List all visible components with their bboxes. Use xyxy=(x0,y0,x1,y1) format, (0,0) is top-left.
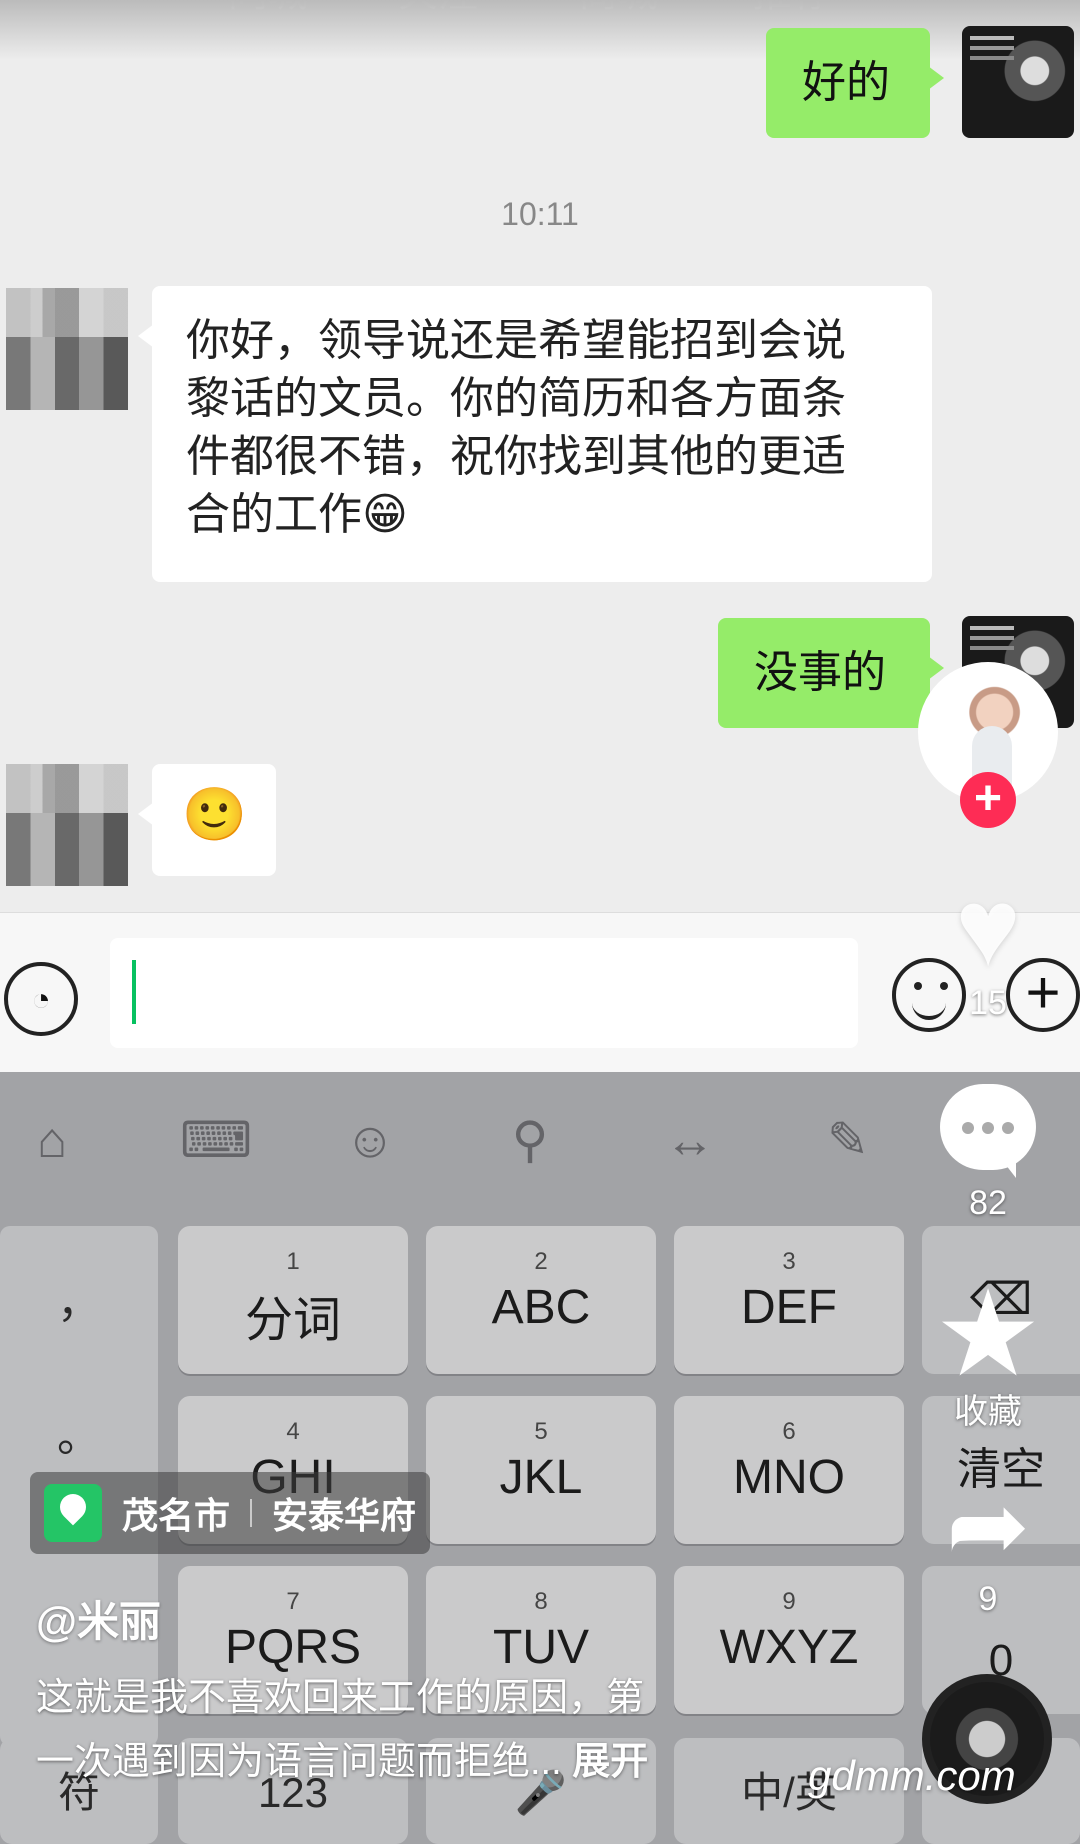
comment-count: 82 xyxy=(969,1184,1007,1222)
message-line: 黎话的文员。你的简历和各方面条 xyxy=(186,374,846,423)
comma-key[interactable]: ， xyxy=(0,1266,158,1330)
my-avatar[interactable] xyxy=(962,26,1074,138)
smile-emoji: 🙂 xyxy=(182,786,247,844)
message-line: 件都很不错，祝你找到其他的更适 xyxy=(186,432,846,481)
message-text: 没事的 xyxy=(754,648,886,697)
message-input[interactable] xyxy=(110,938,858,1048)
location-pin-icon xyxy=(44,1484,102,1542)
tab-mall[interactable]: 商城 xyxy=(578,0,658,18)
location-place: 安泰华府 xyxy=(272,1495,417,1536)
like-heart-icon[interactable]: ♥ xyxy=(940,873,1036,983)
paint-icon[interactable]: ✎ xyxy=(818,1110,878,1170)
key-2[interactable]: 2 ABC xyxy=(426,1226,656,1374)
tab-nearby[interactable]: 同城 xyxy=(228,0,308,18)
search-icon[interactable]: ⚲ xyxy=(500,1110,560,1170)
site-watermark: gdmm.com xyxy=(808,1752,1016,1799)
location-city: 茂名市 xyxy=(122,1495,231,1536)
tab-following[interactable]: 关注 xyxy=(398,0,478,18)
message-line: 合的工作😁 xyxy=(186,490,408,539)
chat-area: 同城 关注 商城 推荐 好的 10:11 你好，领导说还是希望能招到会说 黎话的… xyxy=(0,0,1080,910)
contact-avatar[interactable] xyxy=(6,764,128,886)
contact-avatar[interactable] xyxy=(6,288,128,410)
share-arrow-icon[interactable]: ➦ xyxy=(940,1476,1036,1576)
caption-line: 一次遇到因为语言问题而拒绝... xyxy=(36,1741,562,1783)
emoji-icon[interactable]: ☺ xyxy=(340,1110,400,1170)
briefcase-icon[interactable]: ⌂ xyxy=(22,1110,82,1170)
contact-message-bubble[interactable]: 🙂 xyxy=(138,764,276,876)
favorite-star-icon[interactable]: ★ xyxy=(934,1274,1042,1394)
follow-plus-icon[interactable]: + xyxy=(960,772,1016,828)
voice-input-icon[interactable]: ◔ xyxy=(4,962,78,1036)
comment-icon[interactable] xyxy=(940,1084,1036,1178)
my-message-bubble[interactable]: 没事的 xyxy=(718,618,944,728)
keyboard-icon[interactable]: ⌨ xyxy=(180,1110,252,1170)
text-caret xyxy=(132,960,136,1024)
video-caption[interactable]: 这就是我不喜欢回来工作的原因，第 一次遇到因为语言问题而拒绝... 展开 xyxy=(36,1666,776,1794)
message-timestamp: 10:11 xyxy=(501,196,579,232)
key-1[interactable]: 1 分词 xyxy=(178,1226,408,1374)
key-5[interactable]: 5 JKL xyxy=(426,1396,656,1544)
favorite-label: 收藏 xyxy=(954,1393,1022,1431)
share-count: 9 xyxy=(978,1580,998,1618)
tab-recommend[interactable]: 推荐 xyxy=(752,0,832,18)
key-6[interactable]: 6 MNO xyxy=(674,1396,904,1544)
cursor-icon[interactable]: ↔ xyxy=(660,1110,720,1170)
my-message-bubble[interactable]: 好的 xyxy=(766,28,944,138)
message-line: 你好，领导说还是希望能招到会说 xyxy=(186,316,846,365)
contact-message-bubble[interactable]: 你好，领导说还是希望能招到会说 黎话的文员。你的简历和各方面条 件都很不错，祝你… xyxy=(138,286,932,582)
location-tag[interactable]: 茂名市 安泰华府 xyxy=(30,1472,431,1554)
expand-caption-link[interactable]: 展开 xyxy=(572,1741,648,1783)
top-nav: 同城 关注 商城 推荐 xyxy=(0,0,1080,20)
key-3[interactable]: 3 DEF xyxy=(674,1226,904,1374)
like-count: 15 xyxy=(969,984,1007,1022)
author-handle[interactable]: @米丽 xyxy=(36,1588,161,1649)
period-key[interactable]: 。 xyxy=(0,1400,158,1464)
message-text: 好的 xyxy=(802,58,890,107)
location-divider xyxy=(250,1499,253,1527)
caption-line: 这就是我不喜欢回来工作的原因，第 xyxy=(36,1677,645,1719)
